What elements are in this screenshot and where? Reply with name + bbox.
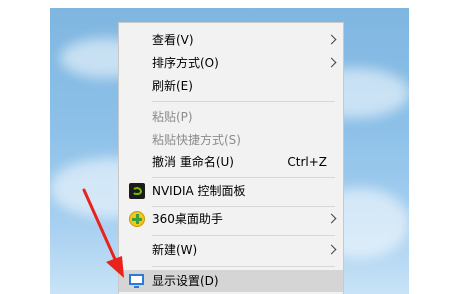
- annotation-arrow: [82, 188, 124, 278]
